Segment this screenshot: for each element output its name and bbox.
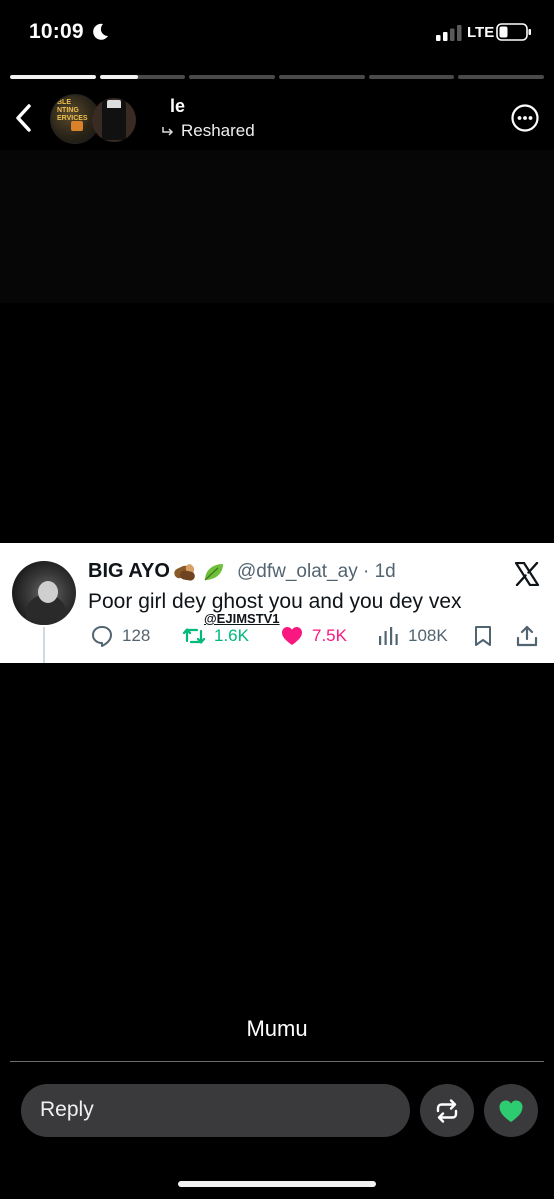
tweet-like-stat: 7.5K bbox=[280, 624, 347, 648]
story-media-top-area bbox=[0, 150, 554, 303]
wood-log-emoji bbox=[174, 563, 195, 581]
reply-placeholder: Reply bbox=[40, 1098, 94, 1121]
story-progress-segment bbox=[458, 75, 545, 79]
like-count: 7.5K bbox=[312, 626, 347, 645]
share-icon bbox=[516, 625, 538, 647]
reshared-from-avatar[interactable] bbox=[92, 98, 136, 142]
leaf-emoji bbox=[204, 563, 223, 581]
avatar-artwork-badge bbox=[71, 121, 83, 131]
reply-icon bbox=[92, 626, 112, 647]
avatar-artwork bbox=[102, 100, 126, 140]
heart-icon bbox=[282, 627, 302, 645]
story-progress-segment bbox=[10, 75, 96, 79]
tweet-reply-stat: 128 bbox=[90, 624, 150, 648]
reply-input[interactable]: Reply bbox=[21, 1084, 410, 1137]
bookmark-icon bbox=[475, 626, 491, 646]
more-options-icon[interactable] bbox=[510, 103, 540, 133]
reshared-label: Reshared bbox=[181, 121, 255, 140]
story-caption: Mumu bbox=[246, 1016, 308, 1041]
x-logo-icon bbox=[514, 562, 540, 586]
avatar-artwork: BLE NTING ERVICES bbox=[57, 99, 88, 122]
reshare-icon bbox=[162, 127, 174, 136]
story-progress-segment bbox=[279, 75, 365, 79]
reply-count: 128 bbox=[122, 626, 151, 645]
divider bbox=[10, 1061, 544, 1062]
story-progress-bar bbox=[10, 75, 545, 80]
thread-line bbox=[43, 627, 45, 663]
moon-icon bbox=[93, 23, 108, 40]
tweet-views-stat: 108K bbox=[376, 624, 448, 648]
tweet-author-avatar bbox=[12, 561, 76, 625]
view-count: 108K bbox=[408, 626, 448, 645]
reshare-button[interactable] bbox=[420, 1084, 474, 1137]
tweet-repost-stat: 1.6K bbox=[182, 624, 249, 648]
repost-icon bbox=[436, 1099, 458, 1123]
back-button[interactable] bbox=[10, 100, 38, 136]
story-progress-fill bbox=[99, 75, 139, 79]
tweet-handle-time: @dfw_olat_ay · 1d bbox=[237, 561, 396, 582]
status-bar: 10:09 LTE bbox=[0, 0, 554, 66]
story-progress-segment bbox=[368, 75, 455, 79]
like-button[interactable] bbox=[484, 1084, 538, 1137]
heart-icon bbox=[499, 1100, 523, 1122]
tweet-display-name: BIG AYO bbox=[88, 560, 170, 582]
network-type: LTE bbox=[467, 24, 495, 41]
repost-icon bbox=[182, 628, 206, 644]
repost-count: 1.6K bbox=[214, 626, 249, 645]
home-indicator bbox=[178, 1181, 376, 1187]
tweet-display-name-row: BIG AYO bbox=[88, 560, 226, 583]
story-username[interactable]: le bbox=[170, 96, 185, 117]
story-progress-segment bbox=[189, 75, 276, 79]
status-time: 10:09 bbox=[29, 20, 84, 43]
story-screen: 10:09 LTE BLE NTING ERVICES le Reshared … bbox=[0, 0, 554, 1199]
reshared-indicator: Reshared bbox=[162, 121, 255, 141]
battery-icon bbox=[496, 23, 531, 41]
views-icon bbox=[379, 627, 398, 645]
signal-icon bbox=[436, 25, 462, 41]
story-progress-segment bbox=[99, 75, 186, 79]
story-progress-fill bbox=[10, 75, 96, 79]
